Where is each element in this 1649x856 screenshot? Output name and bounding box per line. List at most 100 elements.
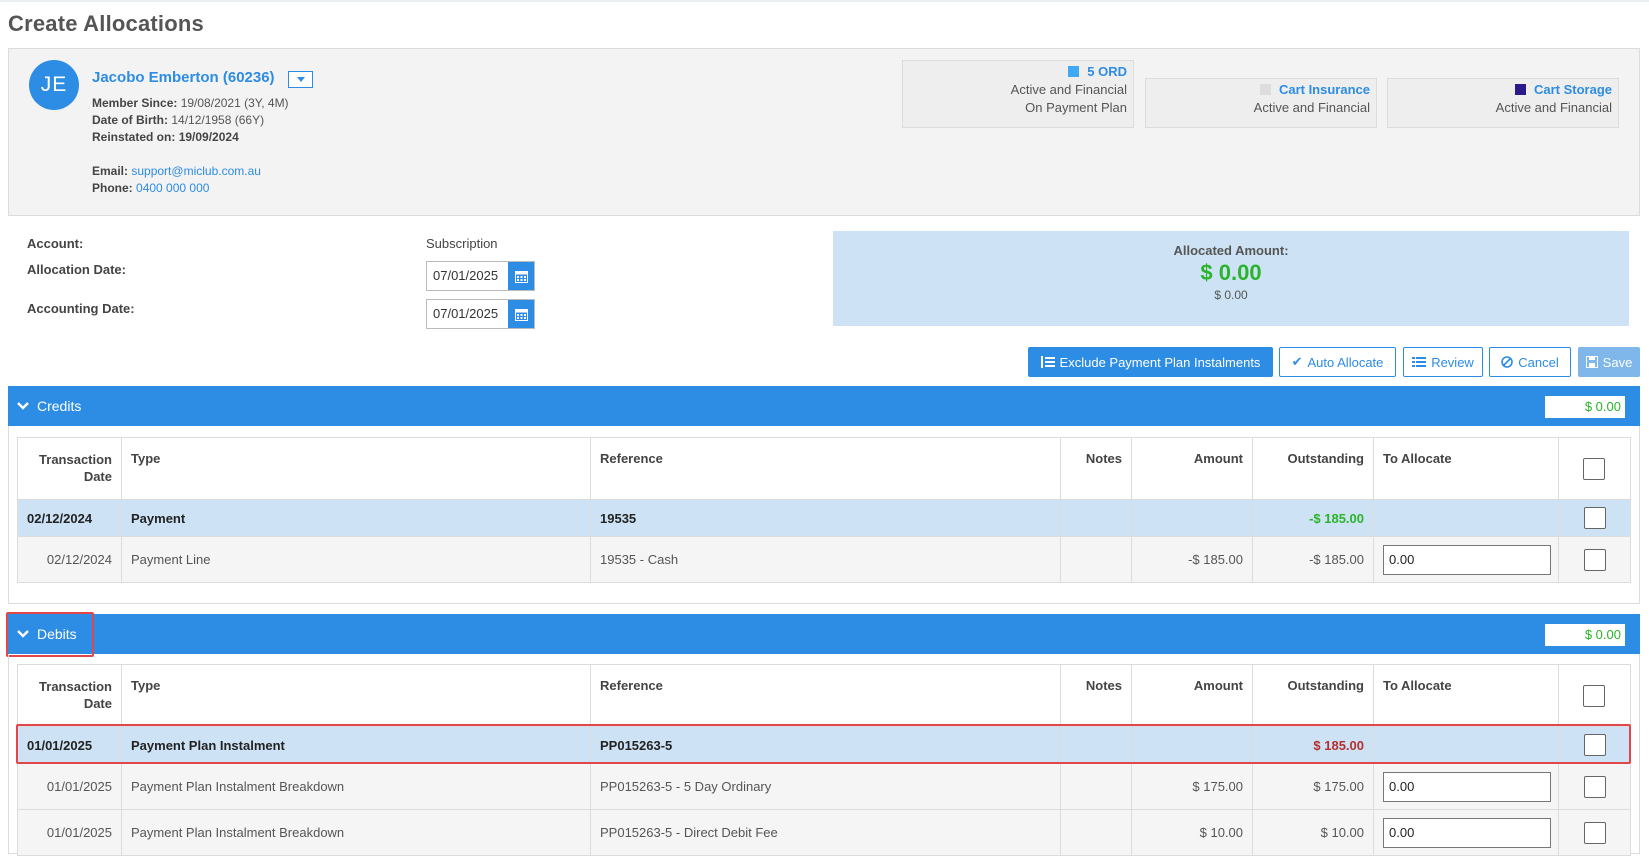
table-row: 02/12/2024 Payment 19535 -$ 185.00 bbox=[17, 499, 1631, 537]
cell-to-allocate: 0.00 bbox=[1373, 763, 1559, 810]
debits-total: $ 0.00 bbox=[1545, 624, 1625, 646]
cell-amount bbox=[1131, 499, 1253, 537]
membership-name-link[interactable]: Cart Insurance bbox=[1279, 82, 1370, 97]
allocated-amount-sub: $ 0.00 bbox=[1214, 288, 1248, 302]
col-outstanding: Outstanding bbox=[1252, 664, 1374, 727]
cell-date: 02/12/2024 bbox=[17, 536, 122, 583]
col-transaction-date: Transaction Date bbox=[17, 437, 122, 500]
member-dropdown-button[interactable] bbox=[288, 71, 313, 88]
membership-card: 5 ORD Active and Financial On Payment Pl… bbox=[902, 60, 1134, 128]
credits-toggle[interactable]: Credits bbox=[8, 386, 81, 426]
email-link[interactable]: support@miclub.com.au bbox=[131, 164, 261, 178]
col-notes: Notes bbox=[1060, 437, 1132, 500]
col-to-allocate: To Allocate bbox=[1373, 437, 1559, 500]
debits-section-header: Debits $ 0.00 bbox=[8, 614, 1640, 654]
membership-status: Active and Financial bbox=[1010, 82, 1127, 97]
to-allocate-input[interactable]: 0.00 bbox=[1383, 544, 1551, 575]
cell-type: Payment bbox=[121, 499, 591, 537]
calendar-button[interactable] bbox=[508, 262, 534, 290]
cell-outstanding: -$ 185.00 bbox=[1252, 499, 1374, 537]
cell-notes bbox=[1060, 499, 1132, 537]
cell-reference: PP015263-5 - Direct Debit Fee bbox=[590, 809, 1061, 856]
member-since: Member Since: 19/08/2021 (3Y, 4M) bbox=[92, 96, 289, 110]
cell-amount: -$ 185.00 bbox=[1131, 536, 1253, 583]
cell-date: 01/01/2025 bbox=[17, 763, 122, 810]
cell-date: 02/12/2024 bbox=[17, 499, 122, 537]
allocated-amount-label: Allocated Amount: bbox=[1173, 243, 1289, 258]
accounting-date-label: Accounting Date: bbox=[27, 301, 135, 316]
ban-icon bbox=[1501, 356, 1514, 368]
cell-type: Payment Line bbox=[121, 536, 591, 583]
table-row: 02/12/2024 Payment Line 19535 - Cash -$ … bbox=[17, 536, 1631, 583]
to-allocate-input[interactable]: 0.00 bbox=[1383, 817, 1551, 848]
to-allocate-input[interactable]: 0.00 bbox=[1383, 771, 1551, 802]
table-row: 01/01/2025 Payment Plan Instalment Break… bbox=[17, 763, 1631, 810]
cell-select bbox=[1558, 763, 1631, 810]
membership-name-link[interactable]: Cart Storage bbox=[1534, 82, 1612, 97]
allocation-date-value[interactable]: 07/01/2025 bbox=[427, 262, 508, 290]
reinstated-on: Reinstated on: 19/09/2024 bbox=[92, 130, 239, 144]
list-ordered-icon bbox=[1040, 356, 1055, 368]
col-select-all bbox=[1558, 437, 1631, 500]
row-checkbox[interactable] bbox=[1583, 821, 1606, 844]
membership-color-swatch bbox=[1259, 83, 1271, 95]
avatar: JE bbox=[29, 60, 79, 110]
membership-color-swatch bbox=[1514, 83, 1526, 95]
table-header-row: Transaction Date Type Reference Notes Am… bbox=[17, 664, 1631, 727]
cancel-button[interactable]: Cancel bbox=[1489, 347, 1571, 377]
cell-outstanding: $ 10.00 bbox=[1252, 809, 1374, 856]
credits-section-header: Credits $ 0.00 bbox=[8, 386, 1640, 426]
credits-total: $ 0.00 bbox=[1545, 396, 1625, 418]
cell-select bbox=[1558, 536, 1631, 583]
calendar-icon bbox=[514, 308, 528, 321]
table-row: 01/01/2025 Payment Plan Instalment Break… bbox=[17, 809, 1631, 856]
allocation-date-label: Allocation Date: bbox=[27, 262, 126, 277]
page-title: Create Allocations bbox=[8, 11, 204, 36]
allocation-date-field[interactable]: 07/01/2025 bbox=[426, 261, 535, 291]
cell-notes bbox=[1060, 809, 1132, 856]
review-button[interactable]: Review bbox=[1403, 347, 1483, 377]
accounting-date-value[interactable]: 07/01/2025 bbox=[427, 300, 508, 328]
date-of-birth: Date of Birth: 14/12/1958 (66Y) bbox=[92, 113, 265, 127]
col-to-allocate: To Allocate bbox=[1373, 664, 1559, 727]
cell-select bbox=[1558, 499, 1631, 537]
member-panel: JE Jacobo Emberton (60236) Member Since:… bbox=[8, 48, 1640, 216]
cell-amount: $ 10.00 bbox=[1131, 809, 1253, 856]
row-checkbox[interactable] bbox=[1583, 775, 1606, 798]
exclude-payment-plan-button[interactable]: Exclude Payment Plan Instalments bbox=[1028, 347, 1273, 377]
row-checkbox[interactable] bbox=[1583, 548, 1606, 571]
calendar-icon bbox=[514, 270, 528, 283]
accounting-date-field[interactable]: 07/01/2025 bbox=[426, 299, 535, 329]
save-button[interactable]: Save bbox=[1578, 347, 1640, 377]
col-reference: Reference bbox=[590, 437, 1061, 500]
select-all-checkbox[interactable] bbox=[1583, 458, 1605, 480]
calendar-button[interactable] bbox=[508, 300, 534, 328]
col-type: Type bbox=[121, 437, 591, 500]
cell-outstanding: -$ 185.00 bbox=[1252, 536, 1374, 583]
col-outstanding: Outstanding bbox=[1252, 437, 1374, 500]
auto-allocate-button[interactable]: ✔ Auto Allocate bbox=[1279, 347, 1396, 377]
membership-color-swatch bbox=[1068, 65, 1080, 77]
membership-name-link[interactable]: 5 ORD bbox=[1087, 64, 1127, 79]
member-name-link[interactable]: Jacobo Emberton (60236) bbox=[92, 69, 275, 86]
phone: Phone: 0400 000 000 bbox=[92, 181, 210, 195]
cell-to-allocate: 0.00 bbox=[1373, 809, 1559, 856]
select-all-checkbox[interactable] bbox=[1583, 685, 1605, 707]
cell-notes bbox=[1060, 763, 1132, 810]
cell-to-allocate: 0.00 bbox=[1373, 536, 1559, 583]
col-select-all bbox=[1558, 664, 1631, 727]
col-notes: Notes bbox=[1060, 664, 1132, 727]
phone-link[interactable]: 0400 000 000 bbox=[136, 181, 209, 195]
cell-select bbox=[1558, 809, 1631, 856]
col-amount: Amount bbox=[1131, 664, 1253, 727]
cell-amount: $ 175.00 bbox=[1131, 763, 1253, 810]
col-type: Type bbox=[121, 664, 591, 727]
top-border bbox=[0, 0, 1649, 2]
membership-card: Cart Insurance Active and Financial bbox=[1145, 78, 1377, 128]
row-checkbox[interactable] bbox=[1583, 507, 1606, 529]
email: Email: support@miclub.com.au bbox=[92, 164, 261, 178]
cell-date: 01/01/2025 bbox=[17, 809, 122, 856]
col-transaction-date: Transaction Date bbox=[17, 664, 122, 727]
cell-type: Payment Plan Instalment Breakdown bbox=[121, 763, 591, 810]
table-header-row: Transaction Date Type Reference Notes Am… bbox=[17, 437, 1631, 500]
